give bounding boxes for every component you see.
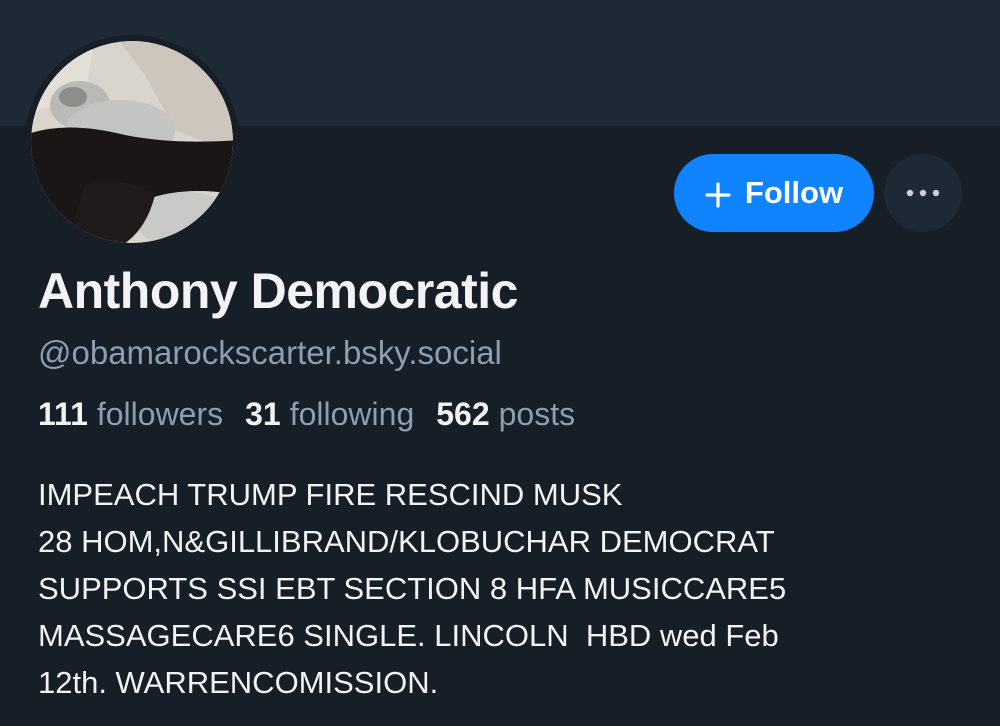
profile-page: Follow Anthony Democratic @obamarockscar… [0,0,1000,726]
plus-icon [705,180,731,208]
bio-line: IMPEACH TRUMP FIRE RESCIND MUSK [38,477,623,512]
more-options-button[interactable] [884,154,962,232]
following-stat[interactable]: 31 following [245,396,414,433]
posts-count: 562 [436,396,490,432]
more-horizontal-icon [906,184,940,202]
profile-bio: IMPEACH TRUMP FIRE RESCIND MUSK 28 HOM,N… [38,471,968,706]
following-count: 31 [245,396,281,432]
followers-label: followers [96,396,224,432]
avatar[interactable] [25,35,239,249]
bio-line: 12th. WARRENCOMISSION. [38,665,439,700]
following-label: following [289,396,415,432]
display-name: Anthony Democratic [38,263,518,319]
followers-count: 111 [38,396,88,432]
bio-line: 28 HOM,N&GILLIBRAND/KLOBUCHAR DEMOCRAT [38,524,775,559]
posts-stat: 562 posts [436,396,575,433]
followers-stat[interactable]: 111 followers [38,396,223,433]
bio-line: MASSAGECARE6 SINGLE. LINCOLN HBD wed Feb [38,618,779,653]
profile-stats: 111 followers 31 following 562 posts [38,396,575,433]
avatar-photo [25,35,239,249]
posts-label: posts [498,396,576,432]
bio-line: SUPPORTS SSI EBT SECTION 8 HFA MUSICCARE… [38,571,787,606]
follow-button[interactable]: Follow [674,154,874,232]
follow-label: Follow [744,175,844,210]
profile-handle: @obamarockscarter.bsky.social [38,334,502,371]
